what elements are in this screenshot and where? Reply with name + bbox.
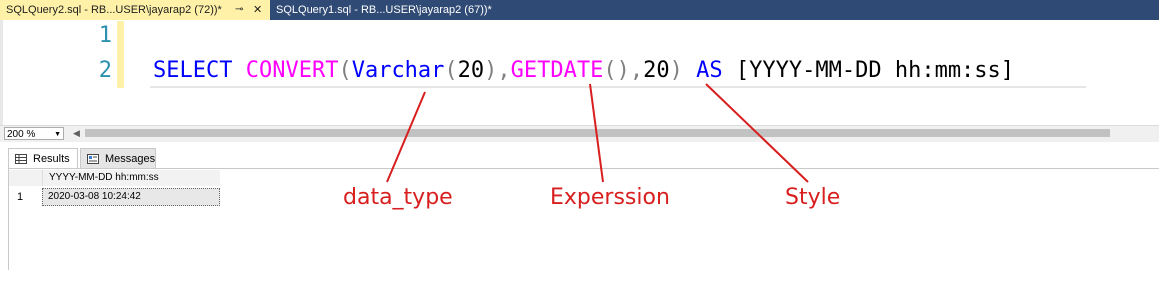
result-cell[interactable]: 2020-03-08 10:24:42 — [42, 188, 220, 206]
bottom-strip — [0, 270, 1159, 292]
close-icon[interactable]: ✕ — [253, 0, 262, 20]
tab-messages[interactable]: Messages — [80, 148, 156, 168]
line-number: 2 — [98, 58, 112, 83]
annotation-label-expression: Experssion — [550, 185, 670, 210]
comma: , — [629, 58, 644, 83]
editor-left-border — [0, 20, 3, 125]
zoom-dropdown[interactable]: 200 % ▼ — [4, 127, 64, 140]
code-line[interactable]: SELECT CONVERT(Varchar(20),GETDATE(),20)… — [153, 58, 1014, 83]
number-literal: 20 — [457, 58, 485, 83]
annotation-label-style: Style — [785, 185, 841, 210]
tab-results[interactable]: Results — [8, 148, 78, 168]
datatype-varchar: Varchar — [351, 58, 445, 83]
keyword-select: SELECT — [153, 58, 233, 83]
tab-label: Results — [33, 153, 70, 165]
change-tracking-margin — [117, 21, 124, 88]
paren: () — [603, 58, 630, 83]
chevron-down-icon: ▼ — [54, 131, 61, 138]
tab-label: SQLQuery2.sql - RB...USER\jayarap2 (72))… — [6, 4, 222, 16]
function-getdate: GETDATE — [510, 58, 604, 83]
scroll-left-arrow-icon[interactable]: ◀ — [73, 128, 80, 139]
document-tab-bar: SQLQuery2.sql - RB...USER\jayarap2 (72))… — [0, 0, 1159, 20]
paren: ) — [669, 58, 683, 83]
number-literal: 20 — [643, 58, 670, 83]
paren: ( — [338, 58, 352, 83]
line-number: 1 — [98, 23, 112, 48]
function-convert: CONVERT — [245, 58, 339, 83]
pin-icon[interactable]: ⊸ — [235, 0, 243, 20]
tab-label: Messages — [105, 153, 156, 165]
current-line-highlight — [150, 86, 1086, 88]
paren: ( — [444, 58, 458, 83]
column-alias: [YYYY-MM-DD hh:mm:ss] — [735, 58, 1015, 83]
tab-sqlquery2[interactable]: SQLQuery2.sql - RB...USER\jayarap2 (72))… — [0, 0, 270, 20]
grid-icon — [15, 154, 27, 164]
messages-icon — [87, 154, 99, 164]
row-number[interactable]: 1 — [9, 188, 42, 206]
keyword-as: AS — [696, 58, 723, 83]
tab-sqlquery1[interactable]: SQLQuery1.sql - RB...USER\jayarap2 (67))… — [270, 0, 520, 20]
grid-corner[interactable] — [9, 170, 42, 186]
annotation-label-data-type: data_type — [343, 185, 453, 210]
column-header[interactable]: YYYY-MM-DD hh:mm:ss — [42, 170, 220, 186]
tab-label: SQLQuery1.sql - RB...USER\jayarap2 (67))… — [276, 4, 492, 16]
paren: ) — [484, 58, 498, 83]
results-tab-strip: Results Messages — [0, 146, 1159, 168]
comma: , — [497, 58, 511, 83]
zoom-value: 200 % — [7, 129, 36, 140]
horizontal-scrollbar-thumb[interactable] — [85, 129, 1110, 137]
